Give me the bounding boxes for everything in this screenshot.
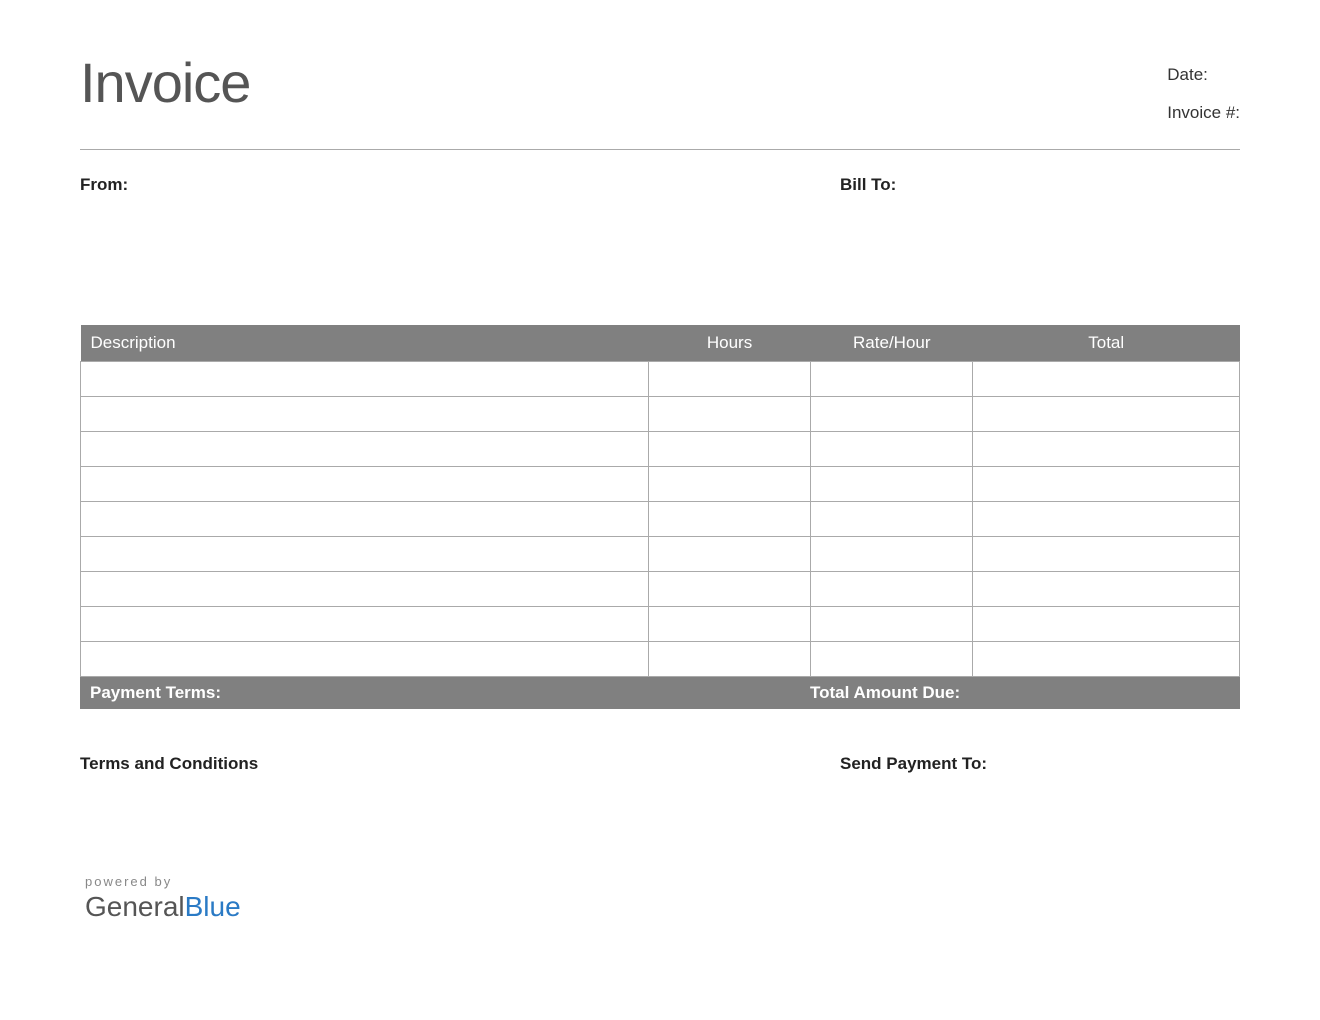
totals-bar: Payment Terms: Total Amount Due: (80, 677, 1240, 709)
cell-description[interactable] (81, 432, 649, 467)
cell-description[interactable] (81, 607, 649, 642)
send-payment-label: Send Payment To: (840, 754, 987, 773)
table-row (81, 362, 1240, 397)
invoice-meta: Date: Invoice #: (1167, 50, 1240, 141)
cell-rate[interactable] (811, 467, 973, 502)
cell-hours[interactable] (648, 362, 810, 397)
from-block: From: (80, 175, 128, 195)
cell-description[interactable] (81, 502, 649, 537)
cell-rate[interactable] (811, 572, 973, 607)
invoice-number-label: Invoice #: (1167, 103, 1240, 122)
from-label: From: (80, 175, 128, 194)
brand-second: Blue (185, 891, 241, 922)
cell-description[interactable] (81, 362, 649, 397)
cell-total[interactable] (973, 537, 1240, 572)
address-section: From: Bill To: (80, 175, 1240, 195)
brand-first: General (85, 891, 185, 922)
col-hours: Hours (648, 325, 810, 362)
cell-hours[interactable] (648, 572, 810, 607)
cell-rate[interactable] (811, 432, 973, 467)
table-row (81, 537, 1240, 572)
cell-description[interactable] (81, 642, 649, 677)
cell-total[interactable] (973, 607, 1240, 642)
cell-total[interactable] (973, 397, 1240, 432)
cell-rate[interactable] (811, 642, 973, 677)
cell-description[interactable] (81, 397, 649, 432)
cell-rate[interactable] (811, 537, 973, 572)
table-row (81, 397, 1240, 432)
cell-total[interactable] (973, 572, 1240, 607)
cell-hours[interactable] (648, 607, 810, 642)
date-label: Date: (1167, 65, 1208, 84)
brand-logo: GeneralBlue (85, 891, 1240, 923)
terms-label: Terms and Conditions (80, 754, 258, 773)
branding: powered by GeneralBlue (85, 874, 1240, 923)
col-description: Description (81, 325, 649, 362)
cell-total[interactable] (973, 362, 1240, 397)
cell-total[interactable] (973, 642, 1240, 677)
table-row (81, 467, 1240, 502)
cell-hours[interactable] (648, 432, 810, 467)
cell-total[interactable] (973, 432, 1240, 467)
table-row (81, 642, 1240, 677)
cell-description[interactable] (81, 572, 649, 607)
table-row (81, 432, 1240, 467)
table-row (81, 502, 1240, 537)
cell-rate[interactable] (811, 362, 973, 397)
table-row (81, 572, 1240, 607)
billto-label: Bill To: (840, 175, 896, 194)
cell-hours[interactable] (648, 642, 810, 677)
terms-block: Terms and Conditions (80, 754, 258, 774)
cell-total[interactable] (973, 502, 1240, 537)
cell-hours[interactable] (648, 467, 810, 502)
cell-rate[interactable] (811, 502, 973, 537)
cell-hours[interactable] (648, 502, 810, 537)
line-items-table: Description Hours Rate/Hour Total (80, 325, 1240, 677)
cell-description[interactable] (81, 467, 649, 502)
cell-rate[interactable] (811, 607, 973, 642)
cell-hours[interactable] (648, 397, 810, 432)
total-due-label: Total Amount Due: (810, 683, 960, 702)
table-row (81, 607, 1240, 642)
invoice-header: Invoice Date: Invoice #: (80, 50, 1240, 150)
payment-terms-label: Payment Terms: (90, 683, 221, 702)
col-rate: Rate/Hour (811, 325, 973, 362)
bottom-section: Terms and Conditions Send Payment To: (80, 754, 1240, 774)
page-title: Invoice (80, 50, 250, 115)
cell-hours[interactable] (648, 537, 810, 572)
cell-total[interactable] (973, 467, 1240, 502)
billto-block: Bill To: (840, 175, 1240, 195)
powered-by-label: powered by (85, 874, 1240, 889)
col-total: Total (973, 325, 1240, 362)
send-payment-block: Send Payment To: (840, 754, 1240, 774)
cell-description[interactable] (81, 537, 649, 572)
cell-rate[interactable] (811, 397, 973, 432)
